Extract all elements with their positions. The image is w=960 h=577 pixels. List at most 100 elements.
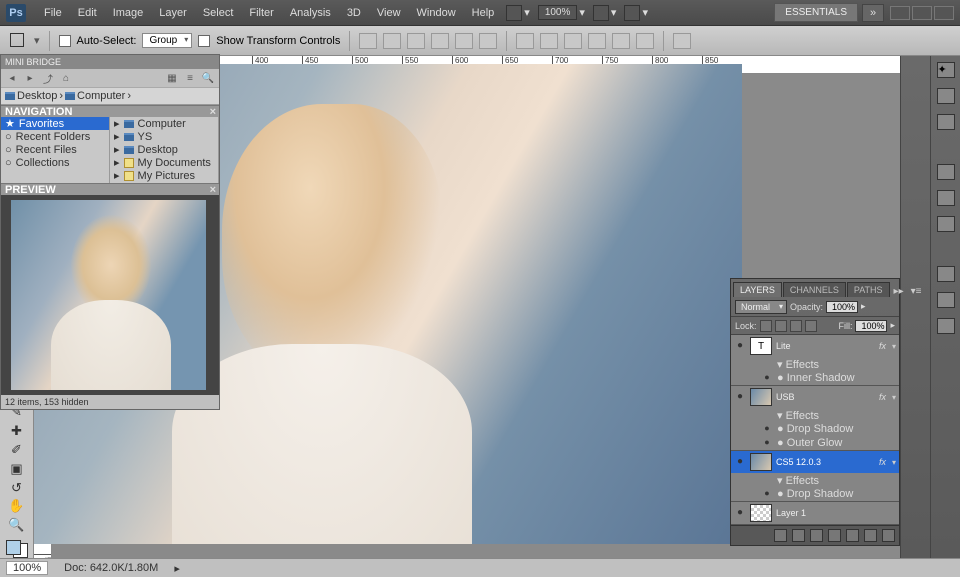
chevron-right-icon[interactable]: ▸ [174,562,180,575]
layer-effect[interactable]: ▾ Effects [731,408,899,422]
navigator-panel-icon[interactable]: ✦ [937,62,955,78]
back-icon[interactable]: ◂ [5,72,19,84]
visibility-icon[interactable]: ● [734,340,746,352]
layer-thumbnail[interactable] [750,504,772,522]
grid-view-icon[interactable]: ▦ [165,72,179,84]
tab-layers[interactable]: LAYERS [733,282,782,297]
show-transform-checkbox[interactable] [198,35,210,47]
layer-effect[interactable]: ●● Outer Glow [731,436,899,450]
distribute-bottom-icon[interactable] [564,33,582,49]
hand-tool-icon[interactable]: ✋ [5,498,29,515]
layer-thumbnail[interactable] [750,453,772,471]
layer-style-icon[interactable] [792,529,805,542]
go-up-icon[interactable]: ⤴ [41,72,55,84]
distribute-right-icon[interactable] [636,33,654,49]
crumb-computer[interactable]: Computer [77,90,125,102]
brush-presets-panel-icon[interactable] [937,292,955,308]
nav-item[interactable]: ○Recent Folders [1,130,109,143]
layer-effect[interactable]: ●● Drop Shadow [731,422,899,436]
history-brush-tool-icon[interactable]: ↺ [5,479,29,496]
menu-filter[interactable]: Filter [241,7,281,19]
search-icon[interactable]: 🔍 [201,72,215,84]
forward-icon[interactable]: ▸ [23,72,37,84]
menu-view[interactable]: View [369,7,409,19]
menu-3d[interactable]: 3D [339,7,369,19]
layer-effect[interactable]: ●● Inner Shadow [731,371,899,385]
preview-thumbnail[interactable] [11,200,206,390]
clone-stamp-tool-icon[interactable]: ▣ [5,460,29,477]
distribute-hcenter-icon[interactable] [612,33,630,49]
zoom-field[interactable]: 100% [538,5,578,20]
breadcrumb[interactable]: Desktop› Computer› [1,87,219,105]
layer-row[interactable]: ●CS5 12.0.3fx▾ [731,451,899,473]
new-layer-icon[interactable] [864,529,877,542]
hand-tool-icon[interactable] [593,5,609,21]
mini-bridge-title[interactable]: MINI BRIDGE [1,55,219,69]
workspace-more-icon[interactable]: » [862,4,884,22]
align-hcenter-icon[interactable] [455,33,473,49]
collapse-icon[interactable]: ▸▸ [891,286,907,297]
layer-thumbnail[interactable]: T [750,337,772,355]
layer-effect[interactable]: ▾ Effects [731,473,899,487]
lock-pixels-icon[interactable] [775,320,787,332]
layer-thumbnail[interactable] [750,388,772,406]
list-view-icon[interactable]: ≡ [183,72,197,84]
minimize-button[interactable] [890,6,910,20]
layer-mask-icon[interactable] [810,529,823,542]
workspace-switcher[interactable]: ESSENTIALS [774,3,858,22]
screen-mode-icon[interactable] [624,5,640,21]
nav-item[interactable]: ▸My Pictures [110,169,218,182]
layer-effect[interactable]: ●● Drop Shadow [731,487,899,501]
nav-item[interactable]: ▸YS [110,130,218,143]
blend-mode-dropdown[interactable]: Normal [735,300,787,314]
nav-item[interactable]: ○Recent Files [1,143,109,156]
swatches-panel-icon[interactable] [937,190,955,206]
close-button[interactable] [934,6,954,20]
nav-item[interactable]: ★Favorites [1,117,109,130]
menu-image[interactable]: Image [105,7,152,19]
menu-file[interactable]: File [36,7,70,19]
align-bottom-icon[interactable] [407,33,425,49]
layer-effect[interactable]: ▾ Effects [731,357,899,371]
zoom-percent[interactable]: 100% [6,561,48,575]
distribute-left-icon[interactable] [588,33,606,49]
home-icon[interactable]: ⌂ [59,72,73,84]
auto-select-dropdown[interactable]: Group [142,33,192,48]
brush-panel-icon[interactable] [937,266,955,282]
zoom-tool-icon[interactable]: 🔍 [5,517,29,534]
collapse-fx-icon[interactable]: ▾ [892,393,896,402]
brush-tool-icon[interactable]: ✐ [5,442,29,459]
visibility-icon[interactable]: ● [734,507,746,519]
align-left-icon[interactable] [431,33,449,49]
healing-brush-tool-icon[interactable]: ✚ [5,423,29,440]
layer-row[interactable]: ●Layer 1 [731,502,899,524]
lock-transparent-icon[interactable] [760,320,772,332]
collapse-fx-icon[interactable]: ▾ [892,342,896,351]
visibility-icon[interactable]: ● [734,456,746,468]
distribute-vcenter-icon[interactable] [540,33,558,49]
visibility-icon[interactable]: ● [734,391,746,403]
nav-item[interactable]: ▸Desktop [110,143,218,156]
layer-row[interactable]: ●USBfx▾ [731,386,899,408]
nav-item[interactable]: ○Collections [1,156,109,169]
active-tool-icon[interactable] [8,31,28,51]
layer-row[interactable]: ●TLitefx▾ [731,335,899,357]
launch-bridge-icon[interactable] [506,5,522,21]
chevron-right-icon[interactable]: ▸ [890,320,895,331]
crumb-desktop[interactable]: Desktop [17,90,57,102]
link-layers-icon[interactable] [774,529,787,542]
menu-layer[interactable]: Layer [151,7,195,19]
styles-panel-icon[interactable] [937,216,955,232]
menu-analysis[interactable]: Analysis [282,7,339,19]
adjustment-layer-icon[interactable] [828,529,841,542]
menu-help[interactable]: Help [464,7,503,19]
distribute-top-icon[interactable] [516,33,534,49]
align-vcenter-icon[interactable] [383,33,401,49]
color-panel-icon[interactable] [937,164,955,180]
nav-item[interactable]: ▸My Documents [110,156,218,169]
lock-position-icon[interactable] [790,320,802,332]
nav-item[interactable]: ▸Computer [110,117,218,130]
new-group-icon[interactable] [846,529,859,542]
tab-paths[interactable]: PATHS [847,282,890,297]
maximize-button[interactable] [912,6,932,20]
